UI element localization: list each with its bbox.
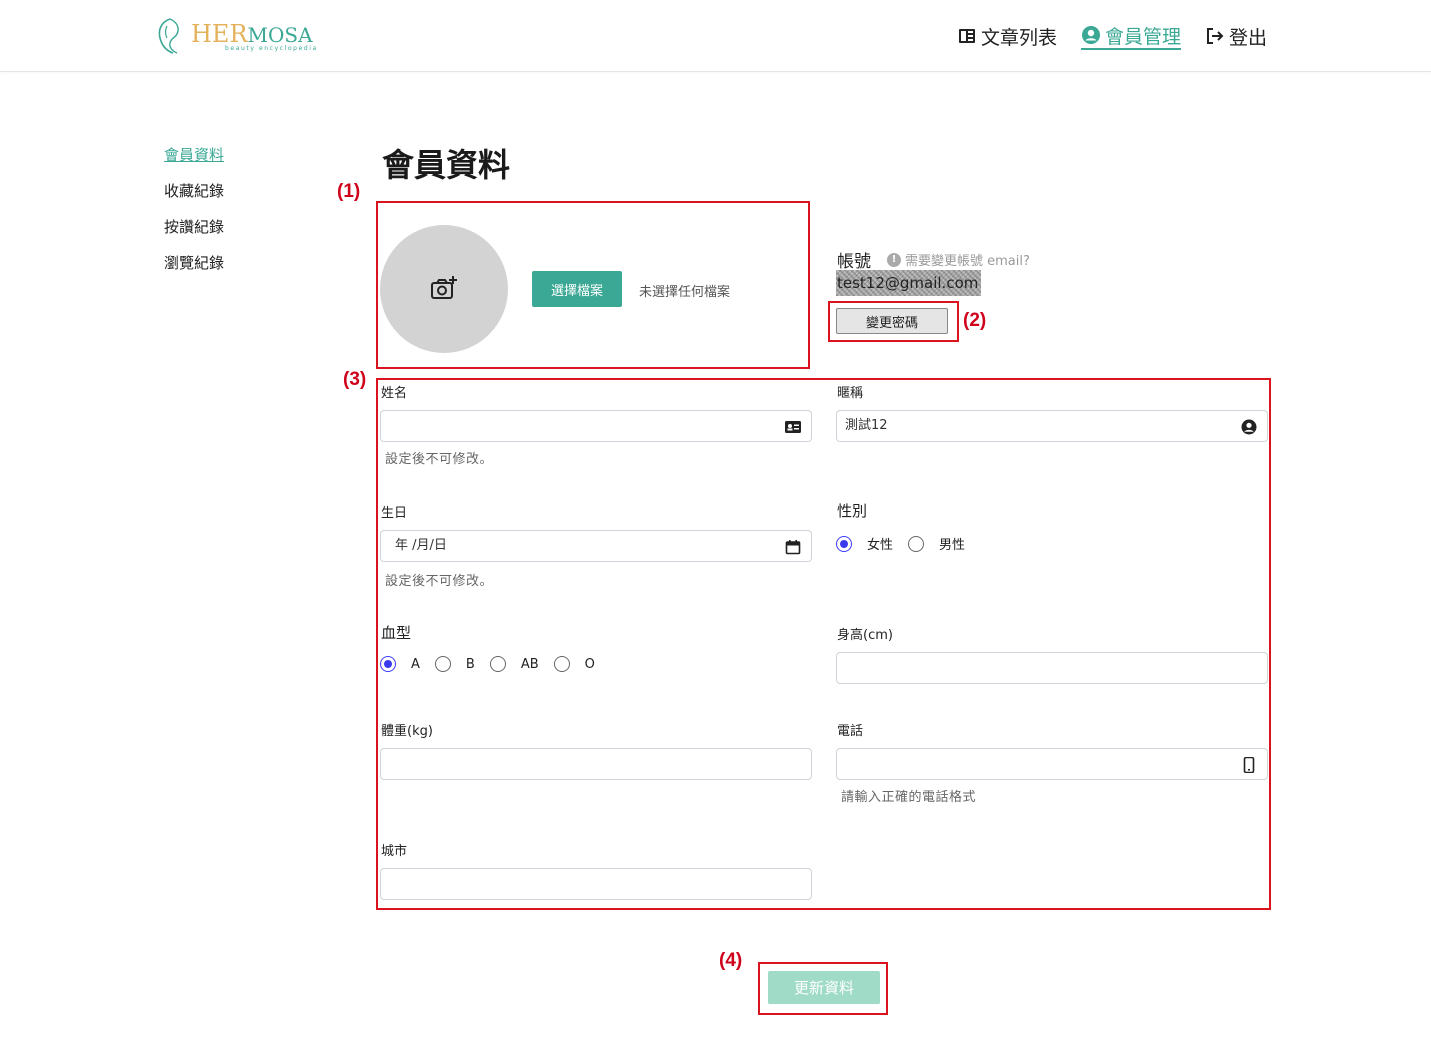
sidebar-item-favorites[interactable]: 收藏紀錄	[164, 179, 224, 215]
user-circle-icon	[1241, 419, 1257, 435]
phone-label: 電話	[837, 724, 864, 739]
change-email-help-text: 需要變更帳號 email?	[905, 254, 1030, 269]
logo-face-icon	[158, 18, 179, 54]
nav-articles-label: 文章列表	[980, 26, 1057, 49]
gender-female-label: 女性	[867, 538, 894, 553]
update-profile-button[interactable]: 更新資料	[768, 971, 880, 1004]
nickname-value: 測試12	[845, 418, 888, 433]
weight-label: 體重(kg)	[381, 724, 433, 739]
nav-logout-label: 登出	[1228, 26, 1267, 49]
name-field[interactable]	[380, 410, 812, 442]
birthday-field[interactable]: 年 /月/日	[380, 530, 812, 562]
blood-o-label: O	[584, 656, 595, 672]
gender-radio-group: 女性 男性	[836, 534, 980, 553]
blood-ab-label: AB	[520, 656, 539, 672]
no-file-text: 未選擇任何檔案	[639, 285, 731, 300]
annotation-label-3: (3)	[343, 369, 367, 390]
height-field[interactable]	[836, 652, 1268, 684]
change-email-help[interactable]: ! 需要變更帳號 email?	[887, 250, 1030, 269]
gender-label: 性別	[837, 502, 868, 520]
name-hint: 設定後不可修改。	[385, 452, 494, 467]
weight-field[interactable]	[380, 748, 812, 780]
account-email: test12@gmail.com	[836, 270, 981, 296]
avatar-placeholder[interactable]	[380, 225, 508, 353]
blood-type-radio-group: A B AB O	[380, 656, 610, 672]
id-card-icon	[785, 421, 801, 433]
change-password-button[interactable]: 變更密碼	[836, 308, 948, 334]
logo-subtitle: beauty encyclopedia	[225, 44, 318, 52]
logo-her-text: HER	[191, 19, 248, 48]
sidebar: 會員資料 收藏紀錄 按讚紀錄 瀏覽紀錄	[164, 143, 224, 287]
blood-radio-o[interactable]	[553, 656, 570, 672]
nickname-label: 暱稱	[837, 386, 864, 401]
city-field[interactable]	[380, 868, 812, 900]
blood-radio-ab[interactable]	[489, 656, 506, 672]
user-circle-icon	[1081, 26, 1100, 44]
nav-logout[interactable]: 登出	[1205, 22, 1267, 50]
sidebar-item-likes[interactable]: 按讚紀錄	[164, 215, 224, 251]
top-navbar: HERMOSA beauty encyclopedia 文章列表 會員管理 登出	[0, 0, 1431, 72]
top-nav-menu: 文章列表 會員管理 登出	[957, 22, 1267, 50]
camera-plus-icon	[431, 276, 457, 299]
phone-hint: 請輸入正確的電話格式	[841, 790, 977, 805]
choose-file-button[interactable]: 選擇檔案	[532, 271, 622, 307]
nav-member-label: 會員管理	[1104, 25, 1181, 48]
annotation-label-1: (1)	[337, 181, 361, 202]
nickname-field[interactable]: 測試12	[836, 410, 1268, 442]
birthday-value: 年 /月/日	[395, 538, 447, 553]
blood-type-label: 血型	[381, 624, 412, 642]
nav-member[interactable]: 會員管理	[1080, 22, 1181, 50]
city-label: 城市	[381, 844, 408, 859]
height-label: 身高(cm)	[837, 628, 893, 643]
annotation-box-3	[376, 378, 1271, 910]
gender-radio-female[interactable]	[836, 535, 852, 552]
blood-radio-a[interactable]	[380, 656, 396, 672]
birthday-hint: 設定後不可修改。	[385, 574, 494, 589]
info-icon: !	[887, 252, 901, 267]
blood-a-label: A	[411, 656, 420, 672]
blood-b-label: B	[465, 656, 475, 672]
annotation-label-2: (2)	[963, 310, 987, 331]
phone-field[interactable]	[836, 748, 1268, 780]
sidebar-item-history[interactable]: 瀏覽紀錄	[164, 251, 224, 287]
logo-mosa-text: MOSA	[247, 22, 313, 47]
book-icon	[958, 29, 975, 43]
hermosa-logo[interactable]: HERMOSA beauty encyclopedia	[155, 14, 318, 58]
name-label: 姓名	[381, 386, 408, 401]
calendar-icon	[785, 540, 801, 555]
sidebar-item-profile[interactable]: 會員資料	[164, 143, 224, 179]
nav-articles[interactable]: 文章列表	[957, 22, 1057, 50]
account-label: 帳號	[837, 252, 871, 272]
page-title: 會員資料	[382, 146, 511, 184]
birthday-label: 生日	[381, 506, 408, 521]
annotation-label-4: (4)	[719, 950, 743, 971]
blood-radio-b[interactable]	[434, 656, 451, 672]
logout-icon	[1206, 28, 1224, 44]
gender-radio-male[interactable]	[908, 535, 925, 552]
mobile-phone-icon	[1243, 757, 1255, 773]
gender-male-label: 男性	[939, 538, 966, 553]
